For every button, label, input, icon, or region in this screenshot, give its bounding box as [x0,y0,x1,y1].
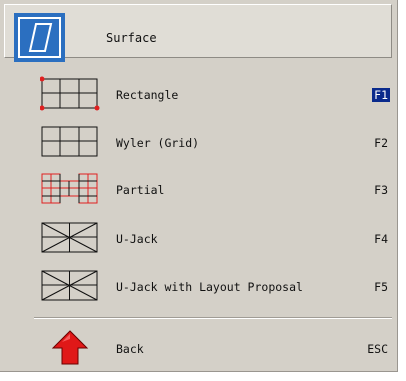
back-label: Back [116,342,144,356]
back-button[interactable]: Back ESC [4,330,392,374]
surface-icon [14,13,65,62]
up-arrow-icon [40,330,100,366]
menu-item-rectangle[interactable]: Rectangle F1 [4,76,392,120]
shortcut-key: F4 [374,232,388,246]
shortcut-key: F1 [372,88,390,102]
menu-header: Surface [4,4,392,62]
shortcut-key: ESC [367,342,388,356]
ujack-layout-icon [40,268,100,304]
menu-item-label: U-Jack [116,232,158,246]
menu-item-label: Partial [116,183,165,197]
menu-window: Surface Rectangle F1 Wyler (Grid) F2 Par… [0,0,398,372]
menu-item-ujack-layout[interactable]: U-Jack with Layout Proposal F5 [4,268,392,312]
menu-item-label: Rectangle [116,88,179,102]
rectangle-grid-icon [39,76,100,112]
menu-divider [34,317,392,319]
page-title: Surface [106,31,157,45]
ujack-icon [40,220,100,256]
menu-item-label: U-Jack with Layout Proposal [116,280,303,294]
partial-grid-icon [40,171,100,207]
menu-item-ujack[interactable]: U-Jack F4 [4,220,392,264]
shortcut-key: F2 [374,136,388,150]
shortcut-key: F5 [374,280,388,294]
menu-item-label: Wyler (Grid) [116,136,200,150]
wyler-grid-icon [40,124,100,160]
menu-item-partial[interactable]: Partial F3 [4,171,392,215]
shortcut-key: F3 [374,183,388,197]
menu-item-wyler-grid[interactable]: Wyler (Grid) F2 [4,124,392,168]
